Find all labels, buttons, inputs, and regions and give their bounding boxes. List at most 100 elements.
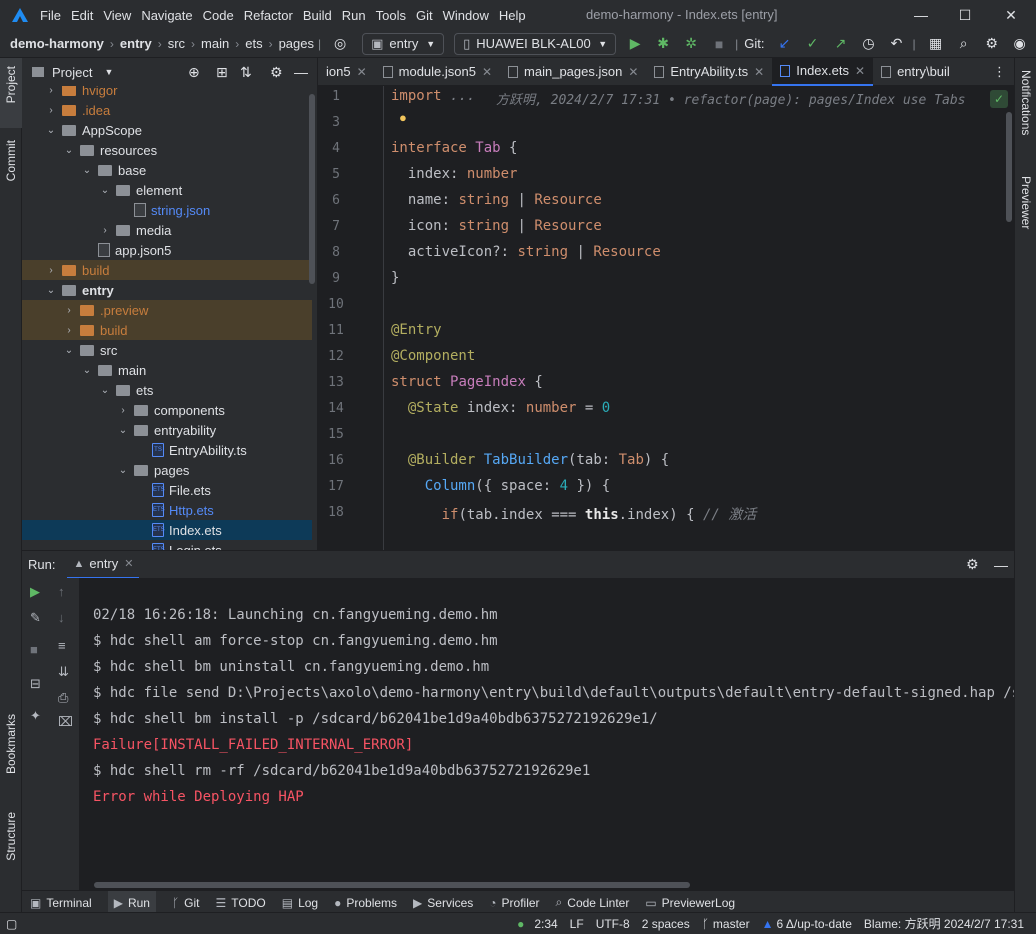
close-icon[interactable]: ✕ bbox=[628, 65, 638, 79]
tool-window-profiler[interactable]: ◔ Profiler bbox=[489, 896, 539, 910]
breadcrumb-item-entry[interactable]: entry bbox=[120, 36, 152, 51]
tree-node[interactable]: ⌄ entryability bbox=[22, 420, 312, 440]
locate-icon[interactable]: ⊕ bbox=[188, 64, 200, 81]
editor-tab[interactable]: ion5 ✕ bbox=[318, 58, 375, 86]
close-icon[interactable]: ✕ bbox=[357, 65, 367, 79]
history-icon[interactable]: ◷ bbox=[857, 33, 879, 55]
menu-edit[interactable]: Edit bbox=[71, 8, 93, 23]
layout-icon[interactable]: ⊟ bbox=[30, 676, 41, 692]
breadcrumb-item-pages[interactable]: pages bbox=[279, 36, 314, 51]
menu-build[interactable]: Build bbox=[303, 8, 332, 23]
tool-window-problems[interactable]: ● Problems bbox=[334, 896, 397, 910]
editor-tab[interactable]: module.json5 ✕ bbox=[375, 58, 500, 86]
indent-setting[interactable]: 2 spaces bbox=[642, 917, 690, 931]
tree-node[interactable]: ⌄ entry bbox=[22, 280, 312, 300]
panel-toggle-icon[interactable]: ▢ bbox=[6, 917, 17, 931]
tool-window-git[interactable]: ᚴ Git bbox=[172, 896, 200, 910]
chevron-down-icon[interactable]: ⌄ bbox=[98, 185, 112, 196]
blame-info[interactable]: Blame: 方跃明 2024/2/7 17:31 bbox=[864, 915, 1024, 932]
menu-view[interactable]: View bbox=[103, 8, 131, 23]
close-button[interactable]: ✕ bbox=[988, 0, 1034, 30]
gear-icon[interactable]: ⚙ bbox=[966, 556, 979, 573]
tree-node[interactable]: ⌄ AppScope bbox=[22, 120, 312, 140]
wrench-icon[interactable]: ✎ bbox=[30, 610, 41, 626]
tool-window-code-linter[interactable]: ⌕ Code Linter bbox=[556, 895, 630, 910]
close-icon[interactable]: ✕ bbox=[754, 65, 764, 79]
run-icon[interactable]: ▶ bbox=[624, 33, 646, 55]
chevron-right-icon[interactable]: › bbox=[62, 325, 76, 336]
editor-tab[interactable]: main_pages.json ✕ bbox=[500, 58, 646, 86]
inspection-ok-icon[interactable]: ✓ bbox=[990, 90, 1008, 108]
gear-icon[interactable]: ⚙ bbox=[270, 64, 283, 81]
chevron-right-icon[interactable]: › bbox=[62, 305, 76, 316]
file-encoding[interactable]: UTF-8 bbox=[596, 917, 630, 931]
chevron-right-icon[interactable]: › bbox=[98, 225, 112, 236]
menu-help[interactable]: Help bbox=[499, 8, 526, 23]
chevron-down-icon[interactable]: ⌄ bbox=[80, 365, 94, 376]
tree-node[interactable]: ⌄ src bbox=[22, 340, 312, 360]
project-view-select[interactable]: Project bbox=[52, 65, 92, 80]
tree-node[interactable]: ETS Http.ets bbox=[22, 500, 312, 520]
breadcrumb-item-src[interactable]: src bbox=[168, 36, 185, 51]
close-icon[interactable]: ✕ bbox=[855, 64, 865, 78]
pin-icon[interactable]: ✦ bbox=[30, 708, 41, 724]
tab-bookmarks-label[interactable]: Bookmarks bbox=[4, 714, 18, 774]
rollback-icon[interactable]: ↶ bbox=[885, 33, 907, 55]
close-icon[interactable]: ✕ bbox=[124, 557, 133, 570]
chevron-down-icon[interactable]: ⌄ bbox=[62, 145, 76, 156]
chevron-right-icon[interactable]: › bbox=[116, 405, 130, 416]
chevron-down-icon[interactable]: ⌄ bbox=[116, 425, 130, 436]
breadcrumb-item-main[interactable]: main bbox=[201, 36, 229, 51]
soft-wrap-icon[interactable]: ≡ bbox=[58, 638, 66, 653]
tree-node[interactable]: › .preview bbox=[22, 300, 312, 320]
hide-icon[interactable]: — bbox=[994, 557, 1008, 573]
git-push-icon[interactable]: ↗ bbox=[829, 33, 851, 55]
debug-icon[interactable]: ✱ bbox=[652, 33, 674, 55]
tree-node[interactable]: string.json bbox=[22, 200, 312, 220]
tree-node[interactable]: › components bbox=[22, 400, 312, 420]
chevron-right-icon[interactable]: › bbox=[44, 265, 58, 276]
menu-navigate[interactable]: Navigate bbox=[141, 8, 192, 23]
tab-structure-label[interactable]: Structure bbox=[4, 812, 18, 861]
git-branch[interactable]: master bbox=[713, 917, 750, 931]
tree-node[interactable]: › media bbox=[22, 220, 312, 240]
tool-window-log[interactable]: ▤ Log bbox=[282, 896, 318, 910]
scroll-down-icon[interactable]: ↓ bbox=[58, 610, 65, 625]
tab-previewer-label[interactable]: Previewer bbox=[1019, 176, 1033, 229]
vcs-status[interactable]: 6 Δ/up-to-date bbox=[777, 917, 852, 931]
attach-debugger-icon[interactable]: ✲ bbox=[680, 33, 702, 55]
run-console[interactable]: 02/18 16:26:18: Launching cn.fangyueming… bbox=[80, 578, 1014, 890]
stop-icon[interactable]: ■ bbox=[30, 642, 38, 657]
editor-tab[interactable]: EntryAbility.ts ✕ bbox=[646, 58, 772, 86]
tree-node[interactable]: › hvigor bbox=[22, 86, 312, 100]
project-structure-icon[interactable]: ▦ bbox=[925, 33, 947, 55]
run-config-select[interactable]: ▣ entry ▼ bbox=[362, 32, 445, 55]
menu-tools[interactable]: Tools bbox=[376, 8, 406, 23]
tree-node[interactable]: app.json5 bbox=[22, 240, 312, 260]
tree-node[interactable]: › build bbox=[22, 320, 312, 340]
tab-notifications-label[interactable]: Notifications bbox=[1019, 70, 1033, 135]
chevron-down-icon[interactable]: ⌄ bbox=[116, 465, 130, 476]
rerun-icon[interactable]: ▶ bbox=[30, 584, 40, 600]
chevron-right-icon[interactable]: › bbox=[44, 86, 58, 96]
stop-icon[interactable]: ■ bbox=[708, 33, 730, 55]
breadcrumb-item-demo-harmony[interactable]: demo-harmony bbox=[10, 36, 104, 51]
tree-scrollbar[interactable] bbox=[309, 94, 315, 284]
editor-tab[interactable]: Index.ets ✕ bbox=[772, 57, 874, 86]
tree-node[interactable]: ⌄ main bbox=[22, 360, 312, 380]
tree-node[interactable]: ⌄ ets bbox=[22, 380, 312, 400]
tree-node[interactable]: › .idea bbox=[22, 100, 312, 120]
caret-position[interactable]: 2:34 bbox=[534, 917, 557, 931]
chevron-down-icon[interactable]: ⌄ bbox=[44, 125, 58, 136]
menu-file[interactable]: File bbox=[40, 8, 61, 23]
gear-icon[interactable]: ⚙ bbox=[981, 33, 1003, 55]
menu-refactor[interactable]: Refactor bbox=[244, 8, 293, 23]
editor-tab[interactable]: entry\buil bbox=[873, 58, 958, 86]
tree-node[interactable]: ⌄ base bbox=[22, 160, 312, 180]
menu-window[interactable]: Window bbox=[443, 8, 489, 23]
chevron-down-icon[interactable]: ⌄ bbox=[44, 285, 58, 296]
code-editor[interactable]: 1 3 4 5 6 7 8 9 10 11 12 13 14 15 16 17 18 import ... int… bbox=[318, 86, 1014, 550]
tool-window-services[interactable]: ▶ Services bbox=[413, 896, 473, 910]
trash-icon[interactable]: ⌧ bbox=[58, 714, 73, 730]
lightbulb-icon[interactable]: ● bbox=[399, 110, 407, 125]
